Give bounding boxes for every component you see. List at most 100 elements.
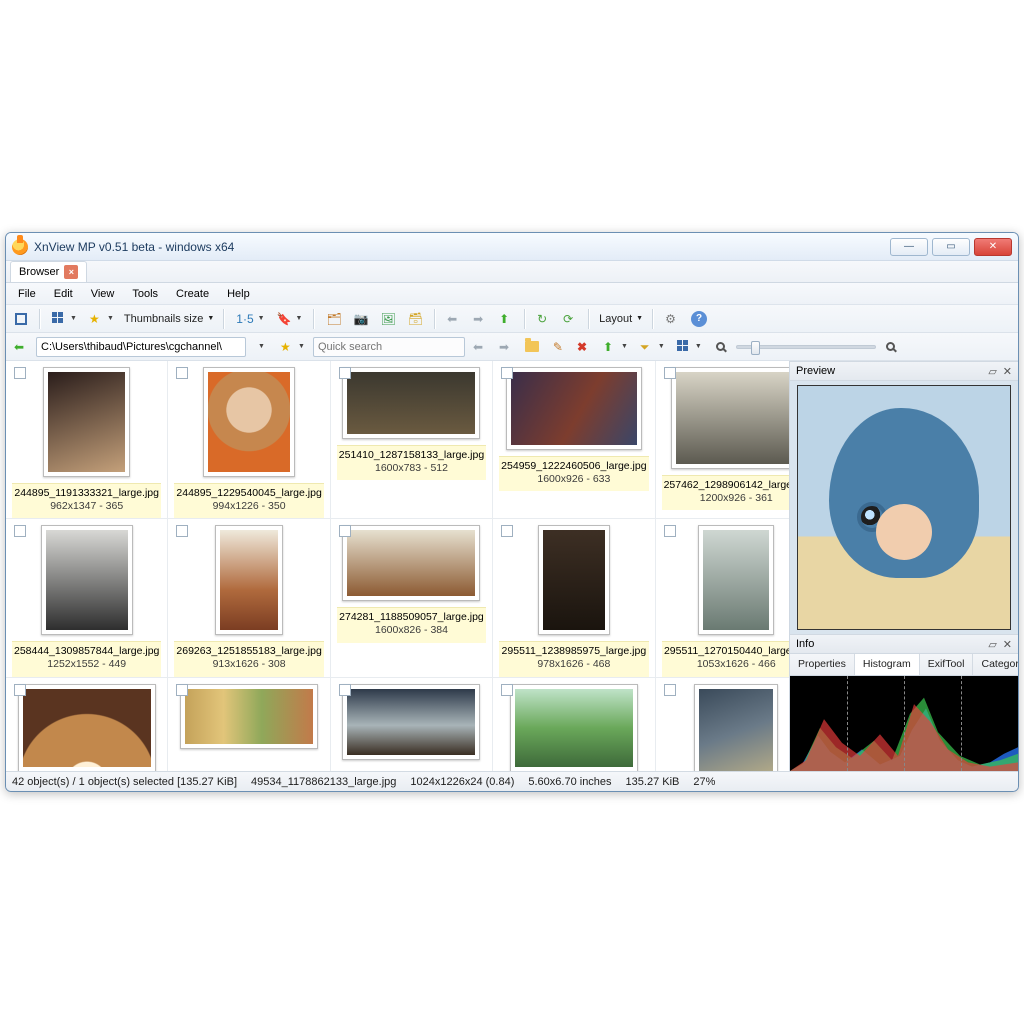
thumbnail-image[interactable] <box>538 525 610 635</box>
thumbnail-image[interactable] <box>342 367 480 439</box>
thumbnail-image[interactable] <box>694 684 778 772</box>
thumbnail-cell[interactable]: 274281_1188509057_large.jpg1600x826 - 38… <box>331 519 493 677</box>
thumbnail-checkbox[interactable] <box>664 525 676 537</box>
view-mode-button[interactable]: ▼ <box>48 308 81 330</box>
thumbnail-cell[interactable]: 295511_1238985975_large.jpg978x1626 - 46… <box>493 519 655 677</box>
reload-button[interactable]: ↻ <box>533 308 555 330</box>
thumbnail-checkbox[interactable] <box>14 367 26 379</box>
thumbnail-cell[interactable]: 244895_1191333321_large.jpg962x1347 - 36… <box>6 361 168 519</box>
thumbnail-image[interactable] <box>698 525 774 635</box>
thumbnail-cell[interactable] <box>6 678 168 772</box>
info-tab-categories[interactable]: Categories <box>973 654 1019 675</box>
thumbnail-cell[interactable]: 244895_1229540045_large.jpg994x1226 - 35… <box>168 361 330 519</box>
close-button[interactable]: ✕ <box>974 238 1012 256</box>
thumbnail-pane[interactable]: 244895_1191333321_large.jpg962x1347 - 36… <box>6 361 790 771</box>
zoom-in-button[interactable] <box>880 336 902 358</box>
capture-button[interactable]: 📷 <box>350 308 373 330</box>
thumbnail-cell[interactable]: 257462_1298906142_large.jpg1200x926 - 36… <box>656 361 790 519</box>
tab-close-icon[interactable]: × <box>64 265 78 279</box>
minimize-button[interactable]: — <box>890 238 928 256</box>
thumbnail-image[interactable] <box>506 367 642 450</box>
help-button[interactable]: ? <box>687 308 711 330</box>
thumbnail-cell[interactable] <box>168 678 330 772</box>
thumbnail-image[interactable] <box>203 367 295 477</box>
thumbnail-checkbox[interactable] <box>176 684 188 696</box>
thumbnail-image[interactable] <box>510 684 638 772</box>
bookmark-button[interactable]: 🔖▼ <box>273 308 307 330</box>
favorite-button[interactable]: ★▼ <box>85 308 118 330</box>
info-tab-exiftool[interactable]: ExifTool <box>920 654 974 675</box>
thumbnail-cell[interactable]: 251410_1287158133_large.jpg1600x783 - 51… <box>331 361 493 519</box>
thumbnail-checkbox[interactable] <box>501 525 513 537</box>
fullscreen-button[interactable] <box>10 308 32 330</box>
thumbnail-cell[interactable] <box>656 678 790 772</box>
edit-path-button[interactable]: ✎ <box>547 336 569 358</box>
thumb-size-slider[interactable] <box>736 345 876 349</box>
menu-file[interactable]: File <box>10 285 44 303</box>
quick-search-input[interactable] <box>313 337 465 357</box>
thumbnail-image[interactable] <box>41 525 133 635</box>
nav-back-button[interactable]: ⬅ <box>443 308 465 330</box>
nav-forward-button[interactable]: ➡ <box>469 308 491 330</box>
maximize-button[interactable]: ▭ <box>932 238 970 256</box>
nav-up-button[interactable]: ⬆ <box>495 308 517 330</box>
zoom-out-button[interactable] <box>710 336 732 358</box>
thumbnail-image[interactable] <box>342 684 480 760</box>
menu-help[interactable]: Help <box>219 285 258 303</box>
undock-icon[interactable]: ▱ <box>988 365 996 378</box>
viewmode2-button[interactable]: ▼ <box>673 336 706 358</box>
thumbnail-checkbox[interactable] <box>501 684 513 696</box>
thumbnail-cell[interactable] <box>331 678 493 772</box>
thumbnail-image[interactable] <box>180 684 318 749</box>
batch-button[interactable]: 🗃 <box>404 308 427 330</box>
thumbnail-image[interactable] <box>18 684 156 772</box>
filter-button[interactable]: ⏷▼ <box>636 336 669 358</box>
menu-view[interactable]: View <box>83 285 123 303</box>
slider-thumb[interactable] <box>751 341 760 355</box>
path-dropdown[interactable]: ▼ <box>250 336 272 358</box>
layout-control[interactable]: Layout▼ <box>597 313 645 325</box>
thumbnail-checkbox[interactable] <box>176 367 188 379</box>
settings-button[interactable]: ⚙ <box>661 308 683 330</box>
thumbnail-checkbox[interactable] <box>339 525 351 537</box>
thumbnail-image[interactable] <box>342 525 480 601</box>
thumbnail-cell[interactable]: 254959_1222460506_large.jpg1600x926 - 63… <box>493 361 655 519</box>
menu-tools[interactable]: Tools <box>124 285 166 303</box>
clear-button[interactable]: ✖ <box>573 336 595 358</box>
info-tab-histogram[interactable]: Histogram <box>855 654 920 675</box>
close-icon[interactable]: ✕ <box>1003 365 1012 378</box>
path-back-button[interactable]: ⬅ <box>10 336 32 358</box>
thumbnail-cell[interactable]: 269263_1251855183_large.jpg913x1626 - 30… <box>168 519 330 677</box>
info-tab-properties[interactable]: Properties <box>790 654 855 675</box>
menu-edit[interactable]: Edit <box>46 285 81 303</box>
undock-icon[interactable]: ▱ <box>988 638 996 651</box>
thumbnail-cell[interactable] <box>493 678 655 772</box>
search-prev-button[interactable]: ⬅ <box>469 336 491 358</box>
tree-toggle-button[interactable]: 🗂 <box>322 308 345 330</box>
thumbnail-checkbox[interactable] <box>14 525 26 537</box>
open-folder-button[interactable] <box>521 336 543 358</box>
convert-button[interactable]: 🖼 <box>377 308 400 330</box>
thumbnail-cell[interactable]: 258444_1309857844_large.jpg1252x1552 - 4… <box>6 519 168 677</box>
path-input[interactable] <box>36 337 246 357</box>
thumbnail-cell[interactable]: 295511_1270150440_large.jpg1053x1626 - 4… <box>656 519 790 677</box>
thumbnail-image[interactable] <box>43 367 130 477</box>
path-favorite-button[interactable]: ★▼ <box>276 336 309 358</box>
close-icon[interactable]: ✕ <box>1003 638 1012 651</box>
reload-all-button[interactable]: ⟳ <box>559 308 581 330</box>
thumbsize-control[interactable]: Thumbnails size▼ <box>122 313 216 325</box>
search-next-button[interactable]: ➡ <box>495 336 517 358</box>
preview-image[interactable] <box>797 385 1011 630</box>
thumbnail-checkbox[interactable] <box>501 367 513 379</box>
menu-create[interactable]: Create <box>168 285 217 303</box>
thumbnail-image[interactable] <box>215 525 283 635</box>
sort-button[interactable]: 1·5▼ <box>232 308 268 330</box>
thumbnail-checkbox[interactable] <box>339 367 351 379</box>
up-folder-button[interactable]: ⬆▼ <box>599 336 632 358</box>
thumbnail-checkbox[interactable] <box>339 684 351 696</box>
tab-browser[interactable]: Browser × <box>10 261 87 282</box>
thumbnail-checkbox[interactable] <box>14 684 26 696</box>
thumbnail-checkbox[interactable] <box>176 525 188 537</box>
thumbnail-checkbox[interactable] <box>664 367 676 379</box>
thumbnail-image[interactable] <box>671 367 790 469</box>
